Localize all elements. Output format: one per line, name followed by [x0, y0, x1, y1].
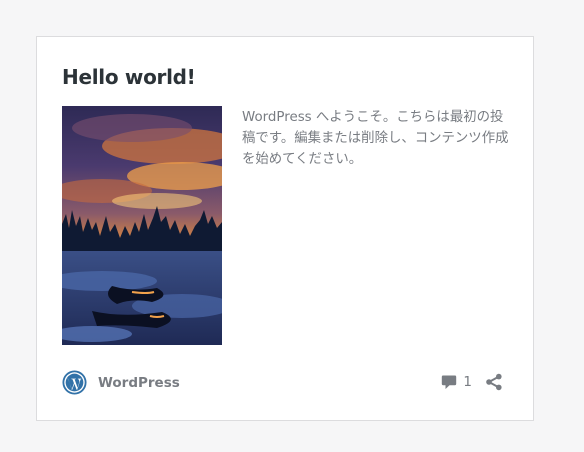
wordpress-logo-icon: [62, 370, 87, 395]
comment-count: 1: [463, 374, 472, 390]
snowy-forest-sunset-photo: [62, 106, 222, 345]
post-excerpt: WordPress へようこそ。こちらは最初の投稿です。編集または削除し、コンテ…: [242, 110, 509, 167]
share-button[interactable]: [485, 373, 503, 391]
post-actions: 1: [441, 373, 503, 391]
post-card: Hello world! WordPress へようこそ。こちらは最初の投稿です…: [36, 36, 534, 421]
comments-link[interactable]: 1: [441, 374, 472, 390]
author-name: WordPress: [98, 374, 180, 391]
share-icon: [486, 373, 502, 391]
author-link[interactable]: WordPress: [62, 370, 180, 395]
post-thumbnail[interactable]: [62, 106, 222, 345]
post-title[interactable]: Hello world!: [62, 65, 196, 89]
comment-bubble-icon: [442, 375, 457, 389]
